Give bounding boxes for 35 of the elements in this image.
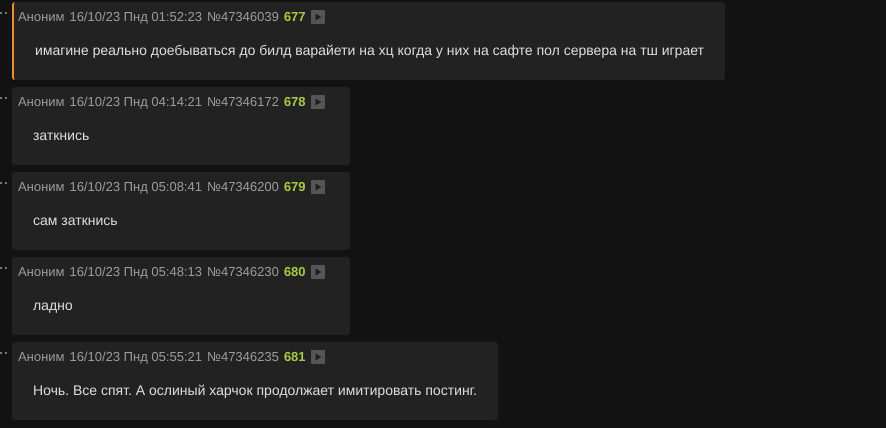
post-date: 16/10/23 Пнд 05:48:13 [69, 264, 202, 279]
post-number: №47346039 [207, 9, 279, 24]
post-index: 680 [284, 264, 306, 279]
play-icon[interactable] [310, 94, 325, 108]
post-index: 679 [284, 179, 306, 194]
play-icon[interactable] [310, 350, 325, 364]
post-text: Ночь. Все спят. А ослиный харчок продолжает имитировать постинг. [32, 382, 477, 398]
post-date: 16/10/23 Пнд 04:14:21 [69, 94, 202, 109]
post-number: №47346200 [207, 179, 279, 194]
poster-name: Аноним [18, 94, 64, 109]
dotted-marker-icon [0, 352, 7, 354]
post-index: 677 [284, 9, 306, 24]
poster-name: Аноним [18, 349, 64, 364]
poster-name: Аноним [18, 9, 64, 24]
play-icon[interactable] [310, 10, 325, 24]
post-text: ладно [32, 297, 74, 313]
dotted-marker-icon [0, 267, 7, 269]
play-icon[interactable] [310, 180, 325, 194]
post-number: №47346172 [207, 94, 279, 109]
post-index: 678 [284, 94, 306, 109]
poster-name: Аноним [18, 264, 64, 279]
play-icon[interactable] [310, 264, 325, 278]
post-date: 16/10/23 Пнд 01:52:23 [69, 9, 202, 24]
post-index: 681 [284, 349, 306, 364]
dotted-marker-icon [0, 12, 7, 14]
post-text: заткнись [32, 127, 90, 143]
dotted-marker-icon [0, 182, 7, 184]
post-text: сам заткнись [32, 212, 119, 228]
post-date: 16/10/23 Пнд 05:08:41 [69, 179, 202, 194]
post-date: 16/10/23 Пнд 05:55:21 [69, 349, 202, 364]
poster-name: Аноним [18, 179, 64, 194]
post-number: №47346230 [207, 264, 279, 279]
dotted-marker-icon [0, 97, 7, 99]
post-text: имагине реально доебываться до билд варайети на хц когда у них на сафте пол сервера на тш играет [34, 42, 704, 58]
post-number: №47346235 [207, 349, 279, 364]
